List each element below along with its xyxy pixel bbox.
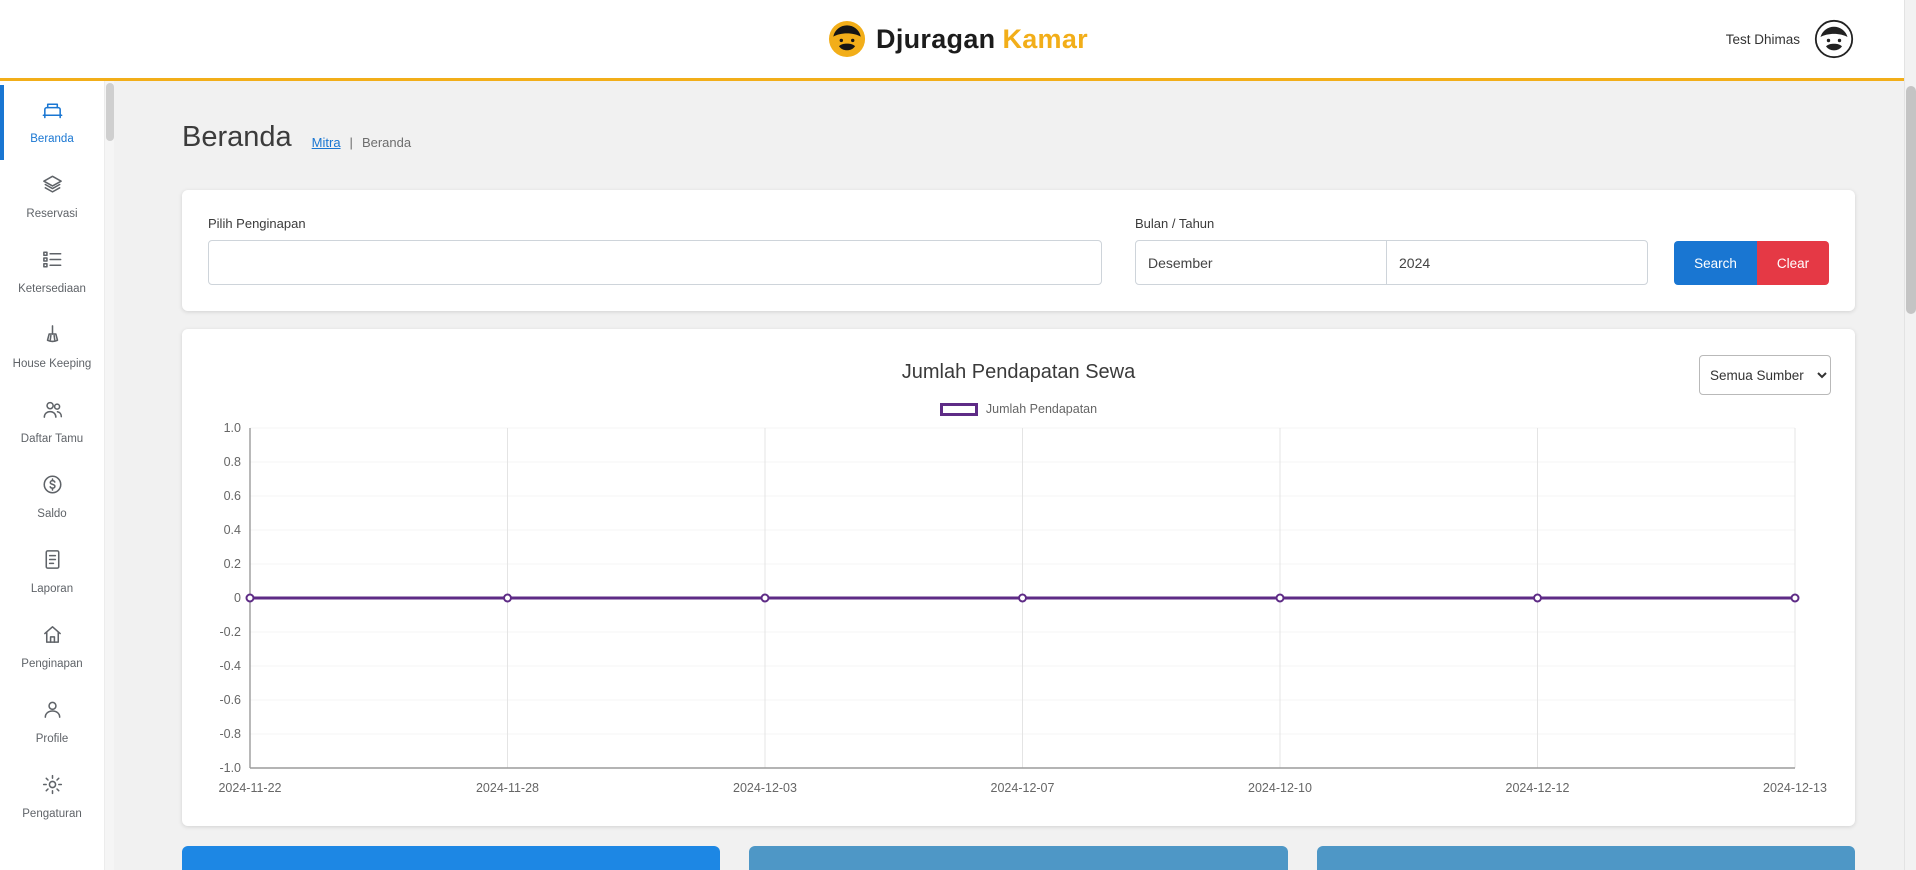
- bottom-card-2: [749, 846, 1287, 870]
- checklist-icon: [41, 248, 64, 276]
- bottom-card-1: [182, 846, 720, 870]
- penginapan-input[interactable]: [208, 240, 1102, 285]
- chart-title: Jumlah Pendapatan Sewa: [206, 361, 1831, 384]
- user-icon: [41, 698, 64, 726]
- page-head: Beranda Mitra | Beranda: [182, 121, 1855, 154]
- broom-icon: [41, 323, 64, 351]
- sidebar-item-profile[interactable]: Profile: [0, 685, 104, 760]
- guests-icon: [41, 398, 64, 426]
- svg-text:1.0: 1.0: [224, 421, 241, 435]
- filter-card: Pilih Penginapan Bulan / Tahun Search Cl…: [182, 190, 1855, 311]
- penginapan-label: Pilih Penginapan: [208, 216, 1102, 231]
- legend-label: Jumlah Pendapatan: [986, 402, 1097, 416]
- month-input[interactable]: [1135, 240, 1387, 285]
- brand-primary: Djuragan: [876, 24, 995, 54]
- app-header: DjuraganKamar Test Dhimas: [0, 0, 1916, 81]
- bed-icon: [41, 98, 64, 126]
- sidebar-nav: Beranda Reservasi Ketersediaan House Keepin…: [0, 81, 104, 870]
- bulan-tahun-label: Bulan / Tahun: [1135, 216, 1648, 231]
- svg-text:2024-12-13: 2024-12-13: [1763, 781, 1827, 795]
- bottom-cards-row: [182, 846, 1855, 870]
- chart-card: Jumlah Pendapatan Sewa Semua Sumber Juml…: [182, 329, 1855, 826]
- sidebar-item-ketersediaan[interactable]: Ketersediaan: [0, 235, 104, 310]
- sidebar-item-house-keeping[interactable]: House Keeping: [0, 310, 104, 385]
- page-scrollbar[interactable]: [1904, 0, 1916, 870]
- home-icon: [41, 623, 64, 651]
- svg-text:0: 0: [234, 591, 241, 605]
- source-select[interactable]: Semua Sumber: [1699, 355, 1831, 395]
- sidebar-item-label: Reservasi: [26, 208, 77, 221]
- breadcrumb-link-mitra[interactable]: Mitra: [312, 135, 341, 150]
- user-name: Test Dhimas: [1726, 32, 1800, 47]
- main-content: Beranda Mitra | Beranda Pilih Penginapan…: [114, 81, 1916, 870]
- sidebar-item-label: House Keeping: [13, 358, 92, 371]
- sidebar-item-reservasi[interactable]: Reservasi: [0, 160, 104, 235]
- svg-text:0.6: 0.6: [224, 489, 241, 503]
- brand-secondary: Kamar: [1002, 24, 1088, 54]
- month-year-group: [1135, 240, 1648, 285]
- dollar-icon: [41, 473, 64, 501]
- sidebar-item-label: Daftar Tamu: [21, 433, 83, 446]
- layers-icon: [41, 173, 64, 201]
- svg-text:2024-12-07: 2024-12-07: [991, 781, 1055, 795]
- search-button[interactable]: Search: [1674, 241, 1757, 285]
- breadcrumb-current: Beranda: [362, 135, 411, 150]
- user-box: Test Dhimas: [1726, 19, 1854, 59]
- revenue-chart: 1.0 0.8 0.6 0.4 0.2 0 -0.2 -0.4 -0.6 -0.8 -1.0 2024…: [206, 420, 1831, 802]
- svg-text:-1.0: -1.0: [219, 761, 241, 775]
- breadcrumb-separator: |: [350, 135, 353, 150]
- breadcrumb: Mitra | Beranda: [312, 135, 411, 150]
- svg-text:-0.2: -0.2: [219, 625, 241, 639]
- sidebar-item-penginapan[interactable]: Penginapan: [0, 610, 104, 685]
- bulan-tahun-field-group: Bulan / Tahun: [1135, 216, 1648, 285]
- sidebar-item-label: Beranda: [30, 133, 73, 146]
- sidebar-scrollbar[interactable]: [104, 81, 114, 870]
- svg-text:-0.8: -0.8: [219, 727, 241, 741]
- sidebar-item-label: Saldo: [37, 508, 66, 521]
- svg-text:2024-12-12: 2024-12-12: [1506, 781, 1570, 795]
- svg-text:0.8: 0.8: [224, 455, 241, 469]
- brand: DjuraganKamar: [828, 20, 1088, 58]
- report-icon: [41, 548, 64, 576]
- year-input[interactable]: [1386, 240, 1648, 285]
- sidebar-item-label: Laporan: [31, 583, 73, 596]
- svg-text:0.2: 0.2: [224, 557, 241, 571]
- user-avatar[interactable]: [1814, 19, 1854, 59]
- penginapan-field-group: Pilih Penginapan: [208, 216, 1102, 285]
- brand-text: DjuraganKamar: [876, 24, 1088, 55]
- svg-text:2024-12-10: 2024-12-10: [1248, 781, 1312, 795]
- sidebar-item-daftar-tamu[interactable]: Daftar Tamu: [0, 385, 104, 460]
- sidebar-item-beranda[interactable]: Beranda: [0, 85, 104, 160]
- sidebar-item-label: Ketersediaan: [18, 283, 86, 296]
- sidebar-item-label: Profile: [36, 733, 69, 746]
- sidebar-item-laporan[interactable]: Laporan: [0, 535, 104, 610]
- svg-text:2024-12-03: 2024-12-03: [733, 781, 797, 795]
- brand-logo-icon: [828, 20, 866, 58]
- filter-actions: Search Clear: [1674, 241, 1829, 285]
- sidebar-item-label: Pengaturan: [22, 808, 81, 821]
- sidebar-scrollbar-thumb[interactable]: [106, 83, 114, 141]
- svg-text:2024-11-22: 2024-11-22: [218, 781, 281, 795]
- bottom-card-3: [1317, 846, 1855, 870]
- page-title: Beranda: [182, 121, 292, 154]
- sidebar-item-saldo[interactable]: Saldo: [0, 460, 104, 535]
- svg-text:0.4: 0.4: [224, 523, 241, 537]
- body-row: Beranda Reservasi Ketersediaan House Keepin…: [0, 81, 1916, 870]
- page-scrollbar-thumb[interactable]: [1906, 86, 1916, 314]
- gear-icon: [41, 773, 64, 801]
- clear-button[interactable]: Clear: [1757, 241, 1829, 285]
- sidebar-item-pengaturan[interactable]: Pengaturan: [0, 760, 104, 835]
- svg-text:2024-11-28: 2024-11-28: [476, 781, 539, 795]
- sidebar-item-label: Penginapan: [21, 658, 82, 671]
- chart-legend[interactable]: Jumlah Pendapatan: [206, 402, 1831, 416]
- legend-swatch: [940, 403, 978, 416]
- svg-text:-0.4: -0.4: [219, 659, 241, 673]
- svg-text:-0.6: -0.6: [219, 693, 241, 707]
